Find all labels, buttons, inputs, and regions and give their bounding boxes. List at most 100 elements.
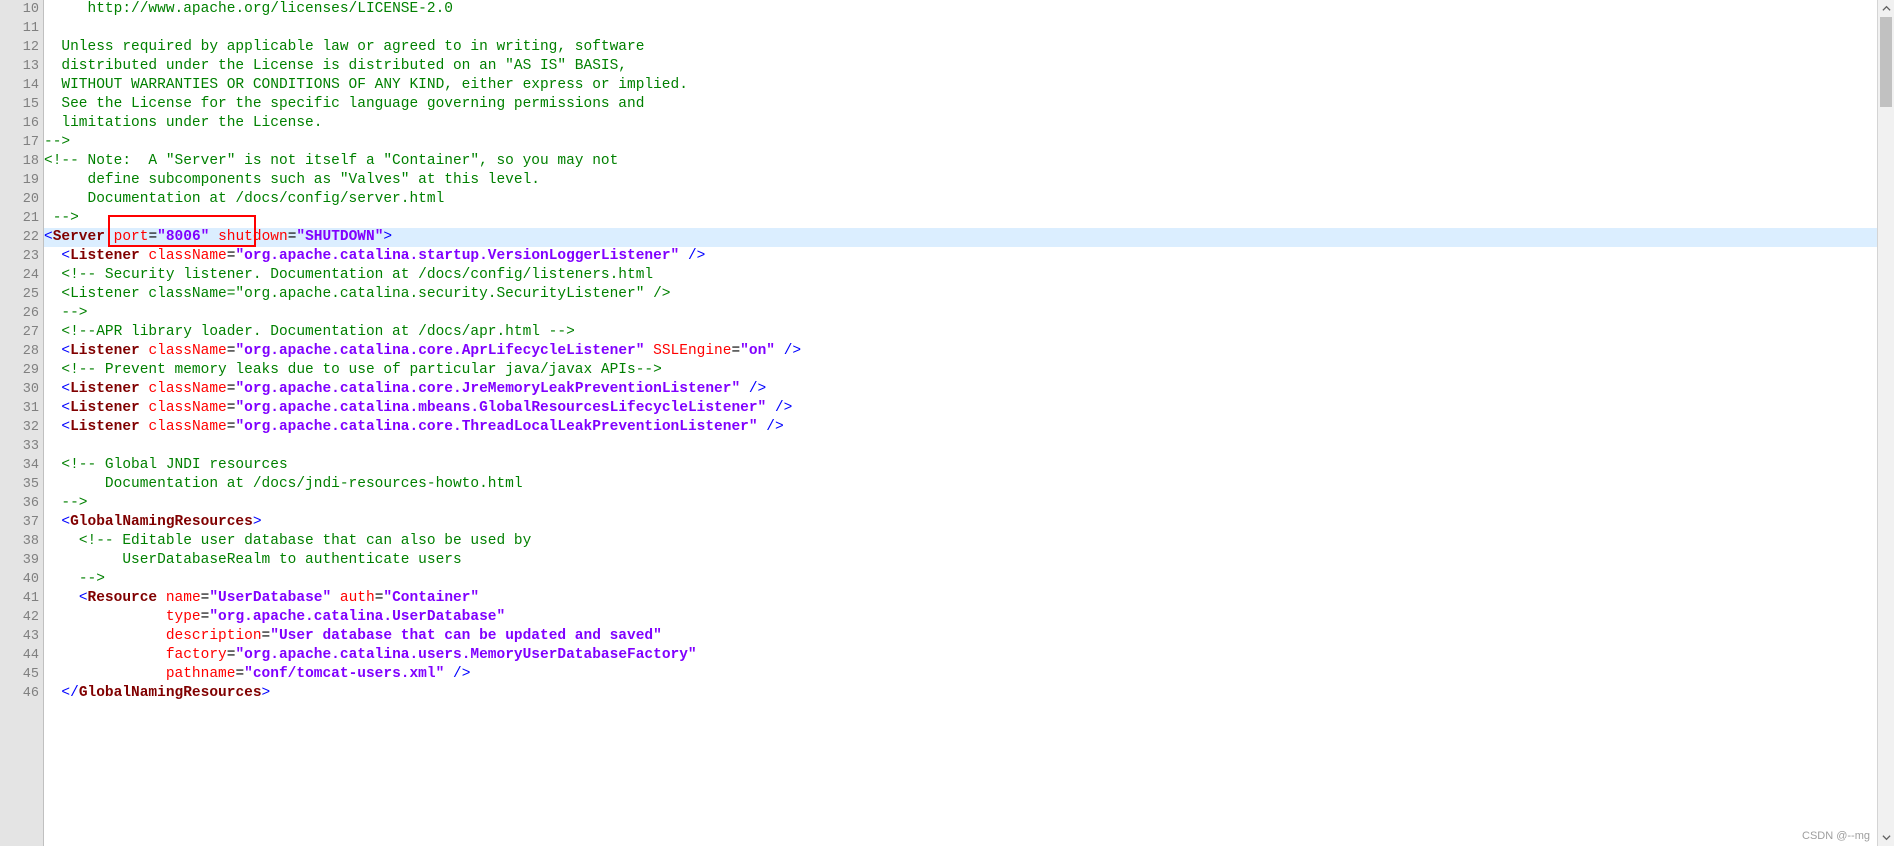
code-token: port <box>114 229 149 245</box>
code-line[interactable]: --> <box>44 209 1894 228</box>
code-line[interactable]: <!-- Prevent memory leaks due to use of … <box>44 361 1894 380</box>
code-token <box>44 115 61 131</box>
code-token <box>44 419 61 435</box>
code-line[interactable]: define subcomponents such as "Valves" at… <box>44 171 1894 190</box>
line-number: 22 <box>0 228 39 247</box>
code-token <box>44 58 61 74</box>
code-token <box>44 248 61 264</box>
scroll-up-button[interactable] <box>1878 0 1894 17</box>
code-line[interactable]: <!-- Global JNDI resources <box>44 456 1894 475</box>
code-line[interactable]: See the License for the specific languag… <box>44 95 1894 114</box>
line-number: 27 <box>0 323 39 342</box>
code-line[interactable]: Documentation at /docs/config/server.htm… <box>44 190 1894 209</box>
code-line[interactable]: <Listener className="org.apache.catalina… <box>44 247 1894 266</box>
line-number: 37 <box>0 513 39 532</box>
code-line[interactable]: distributed under the License is distrib… <box>44 57 1894 76</box>
code-token: < <box>61 514 70 530</box>
code-line[interactable]: --> <box>44 494 1894 513</box>
line-number: 11 <box>0 19 39 38</box>
line-number: 18 <box>0 152 39 171</box>
code-line[interactable]: <!--APR library loader. Documentation at… <box>44 323 1894 342</box>
code-line[interactable]: WITHOUT WARRANTIES OR CONDITIONS OF ANY … <box>44 76 1894 95</box>
code-token <box>44 666 166 682</box>
code-line[interactable]: <Listener className="org.apache.catalina… <box>44 380 1894 399</box>
line-number: 19 <box>0 171 39 190</box>
code-token: = <box>262 628 271 644</box>
line-number: 17 <box>0 133 39 152</box>
code-token: <Listener className="org.apache.catalina… <box>61 286 670 302</box>
code-token: < <box>79 590 88 606</box>
line-number: 45 <box>0 665 39 684</box>
code-line[interactable]: limitations under the License. <box>44 114 1894 133</box>
code-line[interactable]: --> <box>44 570 1894 589</box>
vertical-scrollbar[interactable] <box>1877 0 1894 846</box>
code-line[interactable]: <GlobalNamingResources> <box>44 513 1894 532</box>
code-area[interactable]: http://www.apache.org/licenses/LICENSE-2… <box>44 0 1894 846</box>
code-line[interactable]: <!-- Note: A "Server" is not itself a "C… <box>44 152 1894 171</box>
code-line[interactable]: <!-- Editable user database that can als… <box>44 532 1894 551</box>
code-line[interactable]: <Listener className="org.apache.catalina… <box>44 418 1894 437</box>
code-token: "org.apache.catalina.core.AprLifecycleLi… <box>235 343 644 359</box>
code-line[interactable]: <Server port="8006" shutdown="SHUTDOWN"> <box>44 228 1894 247</box>
code-token: < <box>61 343 70 359</box>
line-number: 12 <box>0 38 39 57</box>
code-token: See the License for the specific languag… <box>61 96 644 112</box>
code-token: "Container" <box>383 590 479 606</box>
line-number: 32 <box>0 418 39 437</box>
code-token <box>331 590 340 606</box>
code-token <box>44 685 61 701</box>
code-line[interactable]: Documentation at /docs/jndi-resources-ho… <box>44 475 1894 494</box>
code-token <box>44 533 79 549</box>
code-token <box>644 343 653 359</box>
code-token: className <box>148 343 226 359</box>
code-line[interactable]: factory="org.apache.catalina.users.Memor… <box>44 646 1894 665</box>
code-line[interactable]: --> <box>44 304 1894 323</box>
code-line[interactable]: <Listener className="org.apache.catalina… <box>44 342 1894 361</box>
code-token: > <box>262 685 271 701</box>
code-token: className <box>148 248 226 264</box>
code-editor[interactable]: 1011121314151617181920212223242526272829… <box>0 0 1894 846</box>
code-line[interactable]: <!-- Security listener. Documentation at… <box>44 266 1894 285</box>
code-line[interactable] <box>44 19 1894 38</box>
code-line[interactable]: type="org.apache.catalina.UserDatabase" <box>44 608 1894 627</box>
line-number: 21 <box>0 209 39 228</box>
code-line[interactable]: </GlobalNamingResources> <box>44 684 1894 703</box>
code-line[interactable]: --> <box>44 133 1894 152</box>
code-token <box>758 419 767 435</box>
code-token: "org.apache.catalina.core.JreMemoryLeakP… <box>235 381 740 397</box>
code-token: GlobalNamingResources <box>79 685 262 701</box>
code-line[interactable]: pathname="conf/tomcat-users.xml" /> <box>44 665 1894 684</box>
code-token <box>105 229 114 245</box>
code-line[interactable]: <Resource name="UserDatabase" auth="Cont… <box>44 589 1894 608</box>
code-token: --> <box>61 305 87 321</box>
code-line[interactable]: Unless required by applicable law or agr… <box>44 38 1894 57</box>
code-token: "conf/tomcat-users.xml" <box>244 666 444 682</box>
code-token <box>44 381 61 397</box>
scrollbar-thumb[interactable] <box>1880 17 1892 107</box>
code-token: Resource <box>88 590 158 606</box>
code-token: Listener <box>70 381 140 397</box>
scrollbar-track[interactable] <box>1878 17 1894 829</box>
code-line[interactable] <box>44 437 1894 456</box>
code-token <box>209 229 218 245</box>
code-token <box>44 1 88 17</box>
scroll-down-button[interactable] <box>1878 829 1894 846</box>
line-number: 36 <box>0 494 39 513</box>
line-number: 26 <box>0 304 39 323</box>
code-token: Server <box>53 229 105 245</box>
code-line[interactable]: <Listener className="org.apache.catalina… <box>44 399 1894 418</box>
code-line[interactable]: description="User database that can be u… <box>44 627 1894 646</box>
code-token: /> <box>775 400 792 416</box>
code-line[interactable]: http://www.apache.org/licenses/LICENSE-2… <box>44 0 1894 19</box>
code-token: --> <box>61 495 87 511</box>
line-number: 33 <box>0 437 39 456</box>
code-token <box>44 39 61 55</box>
code-line[interactable]: <Listener className="org.apache.catalina… <box>44 285 1894 304</box>
code-token: limitations under the License. <box>61 115 322 131</box>
code-token <box>44 590 79 606</box>
code-token: description <box>166 628 262 644</box>
code-token: <!-- Editable user database that can als… <box>79 533 531 549</box>
code-line[interactable]: UserDatabaseRealm to authenticate users <box>44 551 1894 570</box>
code-token: Listener <box>70 343 140 359</box>
line-number: 23 <box>0 247 39 266</box>
